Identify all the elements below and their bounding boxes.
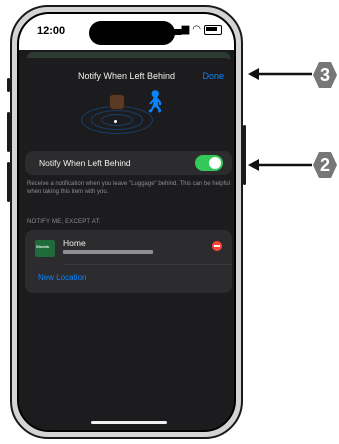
list-separator xyxy=(63,264,232,265)
callout-arrow-3 xyxy=(248,68,312,80)
power-button xyxy=(243,125,246,185)
status-bar: 12:00 ▂▄▆ ◠ xyxy=(19,14,234,50)
notify-description: Receive a notification when you leave "L… xyxy=(27,181,230,195)
cellular-signal-icon: ▂▄▆ xyxy=(166,24,190,35)
wifi-icon: ◠ xyxy=(192,24,201,35)
done-button[interactable]: Done xyxy=(202,71,224,81)
remove-location-button[interactable] xyxy=(212,241,222,251)
walking-person-icon: 🚶︎ xyxy=(141,89,169,114)
home-indicator xyxy=(91,421,167,424)
callout-badge-2: 2 xyxy=(313,152,337,178)
location-address-redacted xyxy=(63,250,153,254)
luggage-icon xyxy=(109,94,125,110)
notify-toggle-row: Notify When Left Behind xyxy=(25,151,232,175)
new-location-button[interactable]: New Location xyxy=(38,273,86,282)
notify-toggle-label: Notify When Left Behind xyxy=(39,158,131,168)
dynamic-island xyxy=(89,21,175,45)
ripple-inner xyxy=(101,114,133,126)
callout-arrow-2 xyxy=(248,159,312,171)
battery-icon xyxy=(204,24,222,35)
switch-knob xyxy=(209,157,221,169)
map-thumbnail-label: Shoink xyxy=(36,244,50,249)
status-icons: ▂▄▆ ◠ xyxy=(167,24,222,35)
exceptions-header: NOTIFY ME, EXCEPT AT: xyxy=(27,219,101,225)
phone-screen: 12:00 ▂▄▆ ◠ Notify When Left Behind Done… xyxy=(17,12,236,432)
location-dot xyxy=(114,120,117,123)
notify-toggle-switch[interactable] xyxy=(195,155,223,171)
location-name[interactable]: Home xyxy=(63,238,86,248)
home-map-thumbnail: Shoink xyxy=(35,240,55,257)
left-behind-illustration: 🚶︎ xyxy=(79,86,179,136)
callout-badge-3: 3 xyxy=(313,62,337,88)
exceptions-list: Shoink Home New Location xyxy=(25,230,232,293)
notify-sheet: Notify When Left Behind Done 🚶︎ Notify W… xyxy=(19,58,234,430)
status-time: 12:00 xyxy=(37,25,66,37)
